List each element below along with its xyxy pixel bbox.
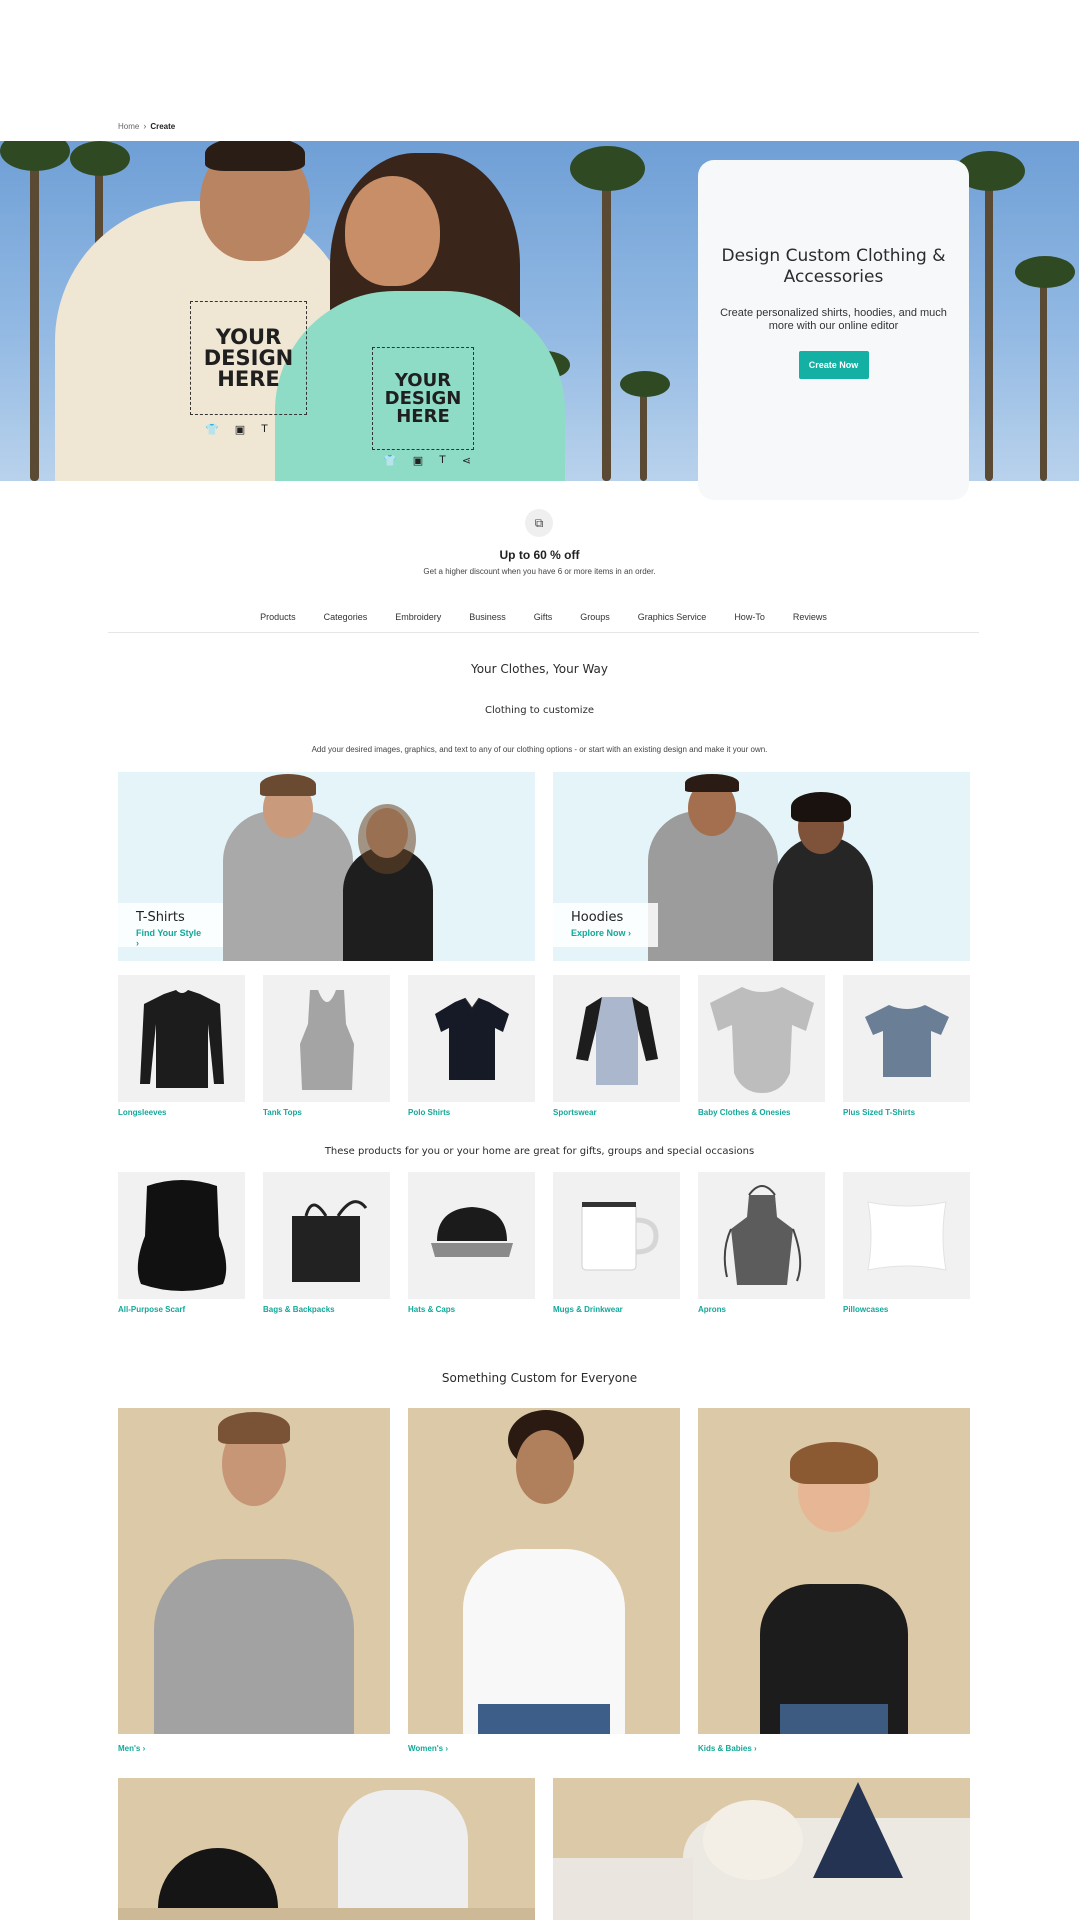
snapback-cap-image (408, 1172, 535, 1299)
tank-top-image (263, 975, 390, 1102)
nav-reviews[interactable]: Reviews (793, 612, 827, 632)
tile-plus-sized[interactable]: Plus Sized T-Shirts (843, 975, 970, 1117)
discount-title: Up to 60 % off (499, 548, 580, 562)
nav-products[interactable]: Products (260, 612, 296, 632)
category-nav: Products Categories Embroidery Business … (108, 612, 979, 633)
nav-embroidery[interactable]: Embroidery (395, 612, 441, 632)
image-icon: ▣ (412, 455, 424, 467)
promo-hoodies[interactable]: Hoodies Explore Now › (553, 772, 970, 961)
raglan-shirt-image (553, 975, 680, 1102)
tile-pillowcases-label: Pillowcases (843, 1305, 889, 1314)
tile-plus-sized-label: Plus Sized T-Shirts (843, 1108, 916, 1117)
polo-shirt-image (408, 975, 535, 1102)
shirt-icon: 👕 (383, 455, 397, 467)
longsleeve-image (118, 975, 245, 1102)
link-kids[interactable]: Kids & Babies › (698, 1744, 757, 1753)
section-title-clothes: Your Clothes, Your Way (470, 662, 609, 676)
tile-mugs[interactable]: Mugs & Drinkwear (553, 1172, 680, 1314)
text-icon: T (261, 423, 268, 435)
chevron-right-icon: › (754, 1744, 757, 1753)
create-now-button[interactable]: Create Now (798, 351, 869, 379)
nav-business[interactable]: Business (469, 612, 506, 632)
tile-baby-clothes-label: Baby Clothes & Onesies (698, 1108, 791, 1117)
tile-pillowcases[interactable]: Pillowcases (843, 1172, 970, 1314)
tile-longsleeves-label: Longsleeves (118, 1108, 167, 1117)
discount-box-icon: ⧉ (525, 509, 553, 537)
tile-hats[interactable]: Hats & Caps (408, 1172, 535, 1314)
tile-sportswear[interactable]: Sportswear (553, 975, 680, 1117)
tile-baby-clothes[interactable]: Baby Clothes & Onesies (698, 975, 825, 1117)
nav-categories[interactable]: Categories (324, 612, 368, 632)
scarf-image (118, 1172, 245, 1299)
promo-accessories-photo[interactable] (118, 1778, 535, 1920)
section-subtitle-clothes: Clothing to customize (484, 705, 594, 716)
tile-aprons[interactable]: Aprons (698, 1172, 825, 1314)
nav-groups[interactable]: Groups (580, 612, 610, 632)
image-icon: ▣ (234, 424, 246, 436)
link-womens[interactable]: Women's › (408, 1744, 448, 1753)
tile-hats-label: Hats & Caps (408, 1305, 456, 1314)
womens-photo[interactable] (408, 1408, 680, 1734)
tile-mugs-label: Mugs & Drinkwear (553, 1305, 623, 1314)
tile-bags-label: Bags & Backpacks (263, 1305, 335, 1314)
promo-tshirts-label: T-Shirts Find Your Style › (118, 903, 223, 948)
breadcrumb-home[interactable]: Home (118, 122, 139, 131)
chevron-right-icon: › (136, 938, 139, 948)
tile-aprons-label: Aprons (698, 1305, 726, 1314)
plus-sized-tshirt-image (843, 975, 970, 1102)
promo-tshirts-name: T-Shirts (136, 910, 185, 925)
editor-icons-right: 👕 ▣ T ⋖ (383, 454, 471, 467)
onesie-image (698, 975, 825, 1102)
nav-gifts[interactable]: Gifts (534, 612, 553, 632)
promo-tshirts-link[interactable]: Find Your Style › (136, 928, 205, 948)
design-placeholder-right: YOUR DESIGN HERE (372, 347, 474, 450)
nav-graphics-service[interactable]: Graphics Service (638, 612, 707, 632)
chevron-right-icon: › (445, 1744, 448, 1753)
tile-tank-tops-label: Tank Tops (263, 1108, 302, 1117)
tile-longsleeves[interactable]: Longsleeves (118, 975, 245, 1117)
tile-polo-shirts[interactable]: Polo Shirts (408, 975, 535, 1117)
text-icon: T (439, 454, 446, 466)
tile-scarf[interactable]: All-Purpose Scarf (118, 1172, 245, 1314)
design-placeholder-left: YOUR DESIGN HERE (190, 301, 307, 415)
section-title-everyone: Something Custom for Everyone (441, 1371, 638, 1385)
mug-image (553, 1172, 680, 1299)
pillow-image (843, 1172, 970, 1299)
tile-polo-shirts-label: Polo Shirts (408, 1108, 451, 1117)
promo-home-photo[interactable] (553, 1778, 970, 1920)
promo-tshirts[interactable]: T-Shirts Find Your Style › (118, 772, 535, 961)
promo-hoodies-link[interactable]: Explore Now › (571, 928, 640, 938)
chevron-right-icon: › (628, 928, 632, 938)
mens-photo[interactable] (118, 1408, 390, 1734)
nav-how-to[interactable]: How-To (734, 612, 765, 632)
apron-image (698, 1172, 825, 1299)
section-title-gifts: These products for you or your home are … (324, 1146, 755, 1157)
tile-tank-tops[interactable]: Tank Tops (263, 975, 390, 1117)
promo-hoodies-label: Hoodies Explore Now › (553, 903, 658, 947)
chevron-right-icon: › (143, 121, 147, 131)
breadcrumb-current: Create (150, 121, 176, 131)
hero-card: Design Custom Clothing & Accessories Cre… (698, 160, 969, 500)
editor-icons-left: 👕 ▣ T (205, 423, 268, 436)
shirt-icon: 👕 (205, 424, 219, 436)
tile-scarf-label: All-Purpose Scarf (118, 1305, 186, 1314)
section-description-clothes: Add your desired images, graphics, and t… (311, 745, 768, 754)
chevron-right-icon: › (142, 1744, 146, 1753)
discount-subtitle: Get a higher discount when you have 6 or… (423, 567, 656, 576)
tote-bag-image (263, 1172, 390, 1299)
hero-card-title: Design Custom Clothing & Accessories (721, 246, 946, 287)
tile-sportswear-label: Sportswear (553, 1108, 597, 1117)
share-icon: ⋖ (461, 455, 472, 467)
tile-bags[interactable]: Bags & Backpacks (263, 1172, 390, 1314)
link-mens[interactable]: Men's › (118, 1744, 145, 1753)
promo-hoodies-name: Hoodies (571, 910, 624, 925)
hero-card-subtitle: Create personalized shirts, hoodies, and… (720, 307, 947, 332)
kids-photo[interactable] (698, 1408, 970, 1734)
breadcrumb: Home › Create (118, 121, 175, 131)
